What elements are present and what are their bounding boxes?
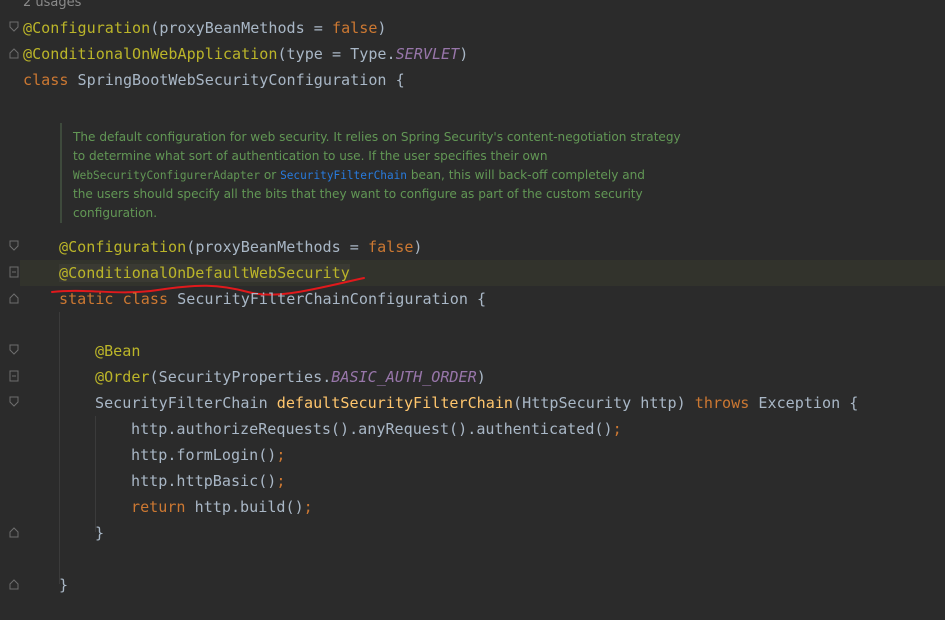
code-line-13[interactable]: return http.build(); <box>131 494 313 520</box>
paren: ) <box>377 19 387 37</box>
code-line-3[interactable]: class SpringBootWebSecurityConfiguration… <box>23 67 405 93</box>
indent-guide <box>95 416 96 532</box>
fold-marker-icon[interactable] <box>9 526 19 538</box>
fold-marker-icon[interactable] <box>9 266 19 278</box>
usages-hint[interactable]: 2 usages <box>23 0 81 11</box>
semicolon: ; <box>303 498 313 516</box>
paren: ) <box>459 45 469 63</box>
statement: http.build() <box>185 498 304 516</box>
doc-code-ref: WebSecurityConfigurerAdapter <box>73 169 261 182</box>
annotation-args: (proxyBeanMethods = <box>150 19 332 37</box>
statement: http.authorizeRequests().anyRequest().au… <box>131 420 613 438</box>
code-line-1[interactable]: @Configuration(proxyBeanMethods = false) <box>23 15 387 41</box>
fold-marker-icon[interactable] <box>9 21 19 33</box>
closing-brace: } <box>95 524 105 542</box>
class-declaration: SpringBootWebSecurityConfiguration { <box>68 71 405 89</box>
code-line-4[interactable]: @Configuration(proxyBeanMethods = false) <box>59 234 423 260</box>
annotation: @Configuration <box>23 19 151 37</box>
doc-link[interactable]: SecurityFilterChain <box>280 169 407 182</box>
annotation: @Order <box>95 368 150 386</box>
annotation-args: (type = Type. <box>277 45 396 63</box>
code-line-10[interactable]: http.authorizeRequests().anyRequest().au… <box>131 416 622 442</box>
code-line-14[interactable]: } <box>95 520 104 546</box>
fold-marker-icon[interactable] <box>9 292 19 304</box>
annotation: @Configuration <box>59 238 187 256</box>
keyword: static <box>59 290 114 308</box>
fold-marker-icon[interactable] <box>9 344 19 356</box>
constant: SERVLET <box>395 45 460 63</box>
editor-gutter <box>0 0 20 620</box>
doc-line-2: to determine what sort of authentication… <box>73 149 548 163</box>
doc-line-3: WebSecurityConfigurerAdapter or Security… <box>73 166 645 185</box>
doc-line-1: The default configuration for web securi… <box>73 130 681 144</box>
fold-marker-icon[interactable] <box>9 578 19 590</box>
code-line-9[interactable]: SecurityFilterChain defaultSecurityFilte… <box>95 390 858 416</box>
statement: http.httpBasic() <box>131 472 277 490</box>
paren: ) <box>413 238 423 256</box>
class-declaration: SecurityFilterChainConfiguration { <box>168 290 487 308</box>
code-line-12[interactable]: http.httpBasic(); <box>131 468 286 494</box>
method-name: defaultSecurityFilterChain <box>276 394 514 412</box>
doc-line-4: the users should specify all the bits th… <box>73 187 643 201</box>
code-editor[interactable]: 2 usages @Configuration(proxyBeanMethods… <box>0 0 945 620</box>
doc-line-5: configuration. <box>73 206 158 220</box>
semicolon: ; <box>276 446 286 464</box>
code-line-2[interactable]: @ConditionalOnWebApplication(type = Type… <box>23 41 468 67</box>
keyword: class <box>122 290 169 308</box>
keyword: return <box>131 498 186 516</box>
annotation-args: (proxyBeanMethods = <box>186 238 368 256</box>
paren: ) <box>476 368 486 386</box>
code-line-11[interactable]: http.formLogin(); <box>131 442 286 468</box>
return-type: SecurityFilterChain <box>95 394 277 412</box>
fold-marker-icon[interactable] <box>9 240 19 252</box>
semicolon: ; <box>276 472 286 490</box>
code-line-5[interactable]: @ConditionalOnDefaultWebSecurity <box>59 260 350 286</box>
annotation: @Bean <box>95 342 141 360</box>
annotation: @ConditionalOnDefaultWebSecurity <box>59 264 350 282</box>
keyword: false <box>331 19 378 37</box>
annotation-args: (SecurityProperties. <box>149 368 332 386</box>
annotation: @ConditionalOnWebApplication <box>23 45 278 63</box>
keyword: throws <box>694 394 750 412</box>
fold-marker-icon[interactable] <box>9 47 19 59</box>
indent-guide <box>59 312 60 584</box>
keyword: false <box>367 238 414 256</box>
exception-type: Exception { <box>749 394 859 412</box>
keyword: class <box>23 71 69 89</box>
doc-text: bean, this will back-off completely and <box>406 168 645 182</box>
doc-text: or <box>260 168 281 182</box>
code-line-7[interactable]: @Bean <box>95 338 140 364</box>
rendered-javadoc[interactable]: The default configuration for web securi… <box>60 123 702 223</box>
code-line-15[interactable]: } <box>59 572 68 598</box>
method-params: (HttpSecurity http) <box>513 394 695 412</box>
semicolon: ; <box>612 420 622 438</box>
code-line-8[interactable]: @Order(SecurityProperties.BASIC_AUTH_ORD… <box>95 364 486 390</box>
code-line-6[interactable]: static class SecurityFilterChainConfigur… <box>59 286 486 312</box>
closing-brace: } <box>59 576 69 594</box>
statement: http.formLogin() <box>131 446 277 464</box>
fold-marker-icon[interactable] <box>9 370 19 382</box>
fold-marker-icon[interactable] <box>9 396 19 408</box>
constant: BASIC_AUTH_ORDER <box>331 368 477 386</box>
